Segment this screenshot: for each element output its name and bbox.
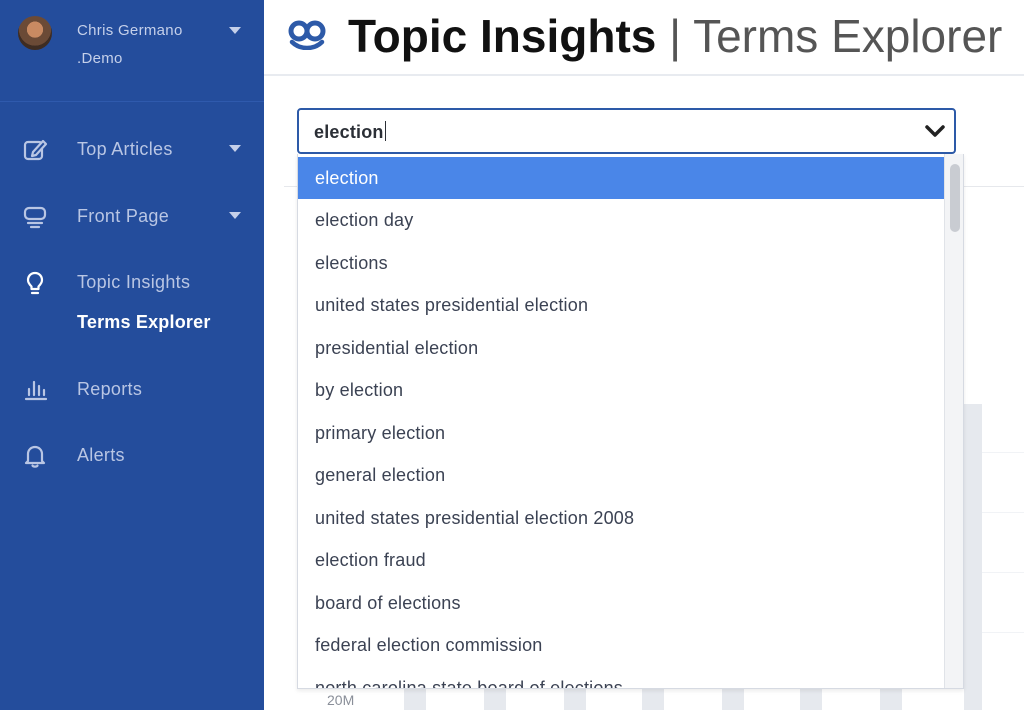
dropdown-option[interactable]: presidential election [298, 327, 944, 369]
term-search-select[interactable]: election [297, 108, 956, 154]
chevron-down-icon [229, 212, 241, 219]
edit-icon [23, 139, 48, 161]
front-page-icon [23, 206, 47, 229]
lightbulb-icon [26, 271, 44, 295]
sidebar-item-alerts[interactable]: Alerts [0, 435, 264, 475]
dropdown-option[interactable]: north carolina state board of elections [298, 667, 944, 688]
sidebar-item-label: Reports [77, 379, 143, 399]
dropdown-option[interactable]: general election [298, 454, 944, 496]
chart-bar [404, 688, 426, 710]
user-org: .Demo [77, 50, 123, 67]
bar-chart-icon [24, 380, 48, 401]
suggestions-dropdown: election election day elections united s… [297, 154, 964, 689]
bell-icon [24, 445, 46, 468]
sidebar: Chris Germano .Demo Top Articles Front P… [0, 0, 264, 710]
chevron-down-icon[interactable] [229, 27, 241, 34]
chart-bar [722, 688, 744, 710]
sidebar-subitem-terms-explorer[interactable]: Terms Explorer [77, 310, 211, 334]
chart-bar [964, 404, 982, 710]
sidebar-item-label: Alerts [77, 445, 125, 465]
dropdown-option[interactable]: election fraud [298, 539, 944, 581]
scrollbar-thumb[interactable] [950, 164, 960, 232]
dropdown-option[interactable]: election day [298, 199, 944, 241]
dropdown-option[interactable]: elections [298, 242, 944, 284]
chart-bar [484, 688, 506, 710]
dropdown-scrollbar[interactable] [944, 154, 963, 688]
chart-bar [800, 688, 822, 710]
page-header: Topic Insights | Terms Explorer [264, 0, 1024, 76]
logo-icon [288, 20, 326, 50]
sidebar-item-label: Topic Insights [77, 272, 191, 292]
user-name: Chris Germano [77, 22, 183, 39]
dropdown-option[interactable]: by election [298, 369, 944, 411]
page-title-sub: Terms Explorer [693, 10, 1003, 62]
sidebar-item-reports[interactable]: Reports [0, 369, 264, 409]
dropdown-option[interactable]: board of elections [298, 582, 944, 624]
dropdown-option[interactable]: federal election commission [298, 624, 944, 666]
chart-bar [880, 688, 902, 710]
page-title-main: Topic Insights [348, 10, 657, 62]
page-title: Topic Insights | Terms Explorer [348, 10, 1002, 62]
user-profile[interactable]: Chris Germano .Demo [0, 0, 264, 102]
search-input[interactable]: election [314, 120, 386, 144]
dropdown-option[interactable]: primary election [298, 412, 944, 454]
chart-bar [564, 688, 586, 710]
title-separator: | [669, 10, 682, 62]
avatar [18, 16, 52, 50]
sidebar-item-label: Front Page [77, 206, 170, 226]
sidebar-item-label: Top Articles [77, 139, 173, 159]
chevron-down-icon [229, 145, 241, 152]
chart-bar [642, 688, 664, 710]
sidebar-item-front-page[interactable]: Front Page [0, 196, 264, 236]
sidebar-item-top-articles[interactable]: Top Articles [0, 129, 264, 169]
y-axis-tick-label: 20M [327, 692, 355, 708]
search-input-value: election [314, 122, 384, 142]
chevron-down-icon[interactable] [924, 123, 946, 139]
dropdown-option[interactable]: united states presidential election [298, 284, 944, 326]
sidebar-item-topic-insights[interactable]: Topic Insights [0, 262, 264, 302]
text-cursor [384, 121, 386, 141]
dropdown-option[interactable]: united states presidential election 2008 [298, 497, 944, 539]
dropdown-option[interactable]: election [298, 157, 944, 199]
